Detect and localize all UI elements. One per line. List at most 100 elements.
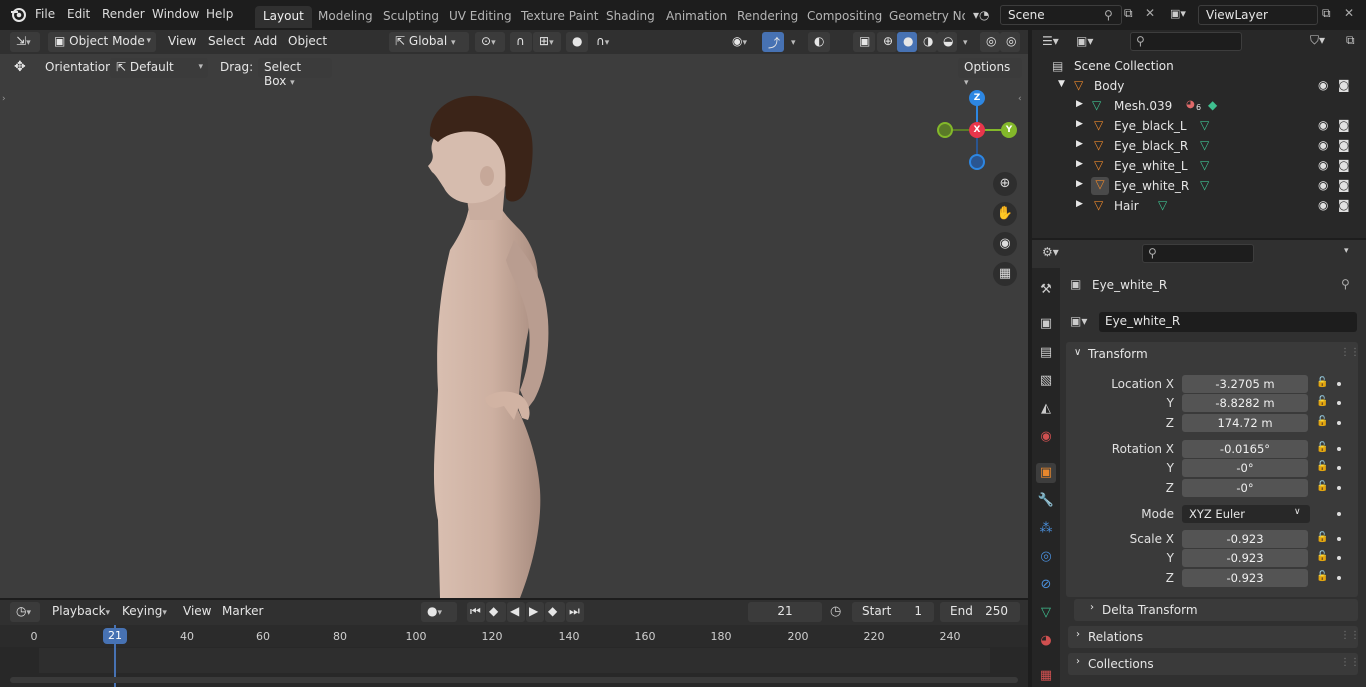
sidebar-expand-icon[interactable]: ‹ (1018, 94, 1022, 104)
editor-toggle-icon[interactable]: ◎ (1000, 32, 1020, 52)
solid-shading-icon[interactable]: ● (897, 32, 917, 52)
keyframe-dot[interactable] (1337, 447, 1341, 451)
pin-icon[interactable]: ⚲ (1104, 8, 1113, 22)
lock-icon[interactable]: 🔓 (1316, 416, 1328, 427)
rotation-x-field[interactable]: -0.0165° (1182, 440, 1308, 458)
tab-rendering[interactable]: Rendering (729, 6, 806, 28)
rotation-z-field[interactable]: -0° (1182, 479, 1308, 497)
pan-hand-icon[interactable]: ✋ (993, 202, 1017, 226)
eye-icon[interactable]: ◉ (1318, 78, 1328, 92)
lock-icon[interactable]: 🔓 (1316, 442, 1328, 453)
camera-icon[interactable]: ◙ (1338, 178, 1350, 192)
menu-file[interactable]: File (35, 7, 55, 21)
outliner-row-body[interactable]: ▼ ▽ Body ◉ ◙ (1032, 76, 1366, 96)
outliner-search-input[interactable]: ⚲ (1130, 32, 1242, 51)
constraints-tab-icon[interactable]: ⊘ (1036, 575, 1056, 595)
object-browse-icon[interactable]: ▣▾ (1070, 314, 1087, 328)
camera-icon[interactable]: ◙ (1338, 78, 1350, 92)
visibility-icon[interactable]: ◉▾ (726, 32, 756, 52)
scene-field[interactable]: Scene ⚲ (1000, 5, 1122, 25)
tab-modeling[interactable]: Modeling (310, 6, 381, 28)
camera-view-icon[interactable]: ◉ (993, 232, 1017, 256)
keyframe-dot[interactable] (1337, 576, 1341, 580)
editor-toggle-icon[interactable]: ◎ (980, 32, 1000, 52)
menu-object[interactable]: Object (288, 34, 327, 48)
object-tab-icon[interactable]: ▣ (1036, 463, 1056, 483)
xray-icon[interactable]: ▣ (853, 32, 875, 52)
prev-keyframe-icon[interactable]: ◆ (486, 602, 506, 622)
chevron-down-icon[interactable]: ▾ (1344, 246, 1349, 256)
view-layer-field[interactable]: ViewLayer (1198, 5, 1318, 25)
data-tab-icon[interactable]: ▽ (1036, 603, 1056, 623)
tab-sculpting[interactable]: Sculpting (375, 6, 447, 28)
menu-marker[interactable]: Marker (222, 604, 263, 618)
keyframe-dot[interactable] (1337, 401, 1341, 405)
location-y-field[interactable]: -8.8282 m (1182, 394, 1308, 412)
tab-uv-editing[interactable]: UV Editing (441, 6, 520, 28)
lock-icon[interactable]: 🔓 (1316, 396, 1328, 407)
view-layer-tab-icon[interactable]: ▧ (1036, 371, 1056, 391)
expand-arrow-icon[interactable]: ▶ (1076, 179, 1083, 189)
wireframe-shading-icon[interactable]: ⊕ (877, 32, 897, 52)
scale-x-field[interactable]: -0.923 (1182, 530, 1308, 548)
next-keyframe-icon[interactable]: ◆ (545, 602, 565, 622)
particles-tab-icon[interactable]: ⁂ (1036, 519, 1056, 539)
close-icon[interactable]: ✕ (1145, 6, 1155, 20)
drag-handle-icon[interactable]: ⋮⋮ (1340, 657, 1360, 668)
lock-icon[interactable]: 🔓 (1316, 571, 1328, 582)
relations-panel[interactable]: › Relations ⋮⋮ (1068, 626, 1360, 648)
tab-compositing[interactable]: Compositing (799, 6, 890, 28)
lock-icon[interactable]: 🔓 (1316, 377, 1328, 388)
blender-logo-icon[interactable] (9, 6, 27, 24)
camera-icon[interactable]: ◙ (1338, 198, 1350, 212)
tab-texture-paint[interactable]: Texture Paint (513, 6, 606, 28)
material-shading-icon[interactable]: ◑ (917, 32, 937, 52)
neg-y-axis-handle[interactable] (937, 122, 953, 138)
end-frame-field[interactable]: End 250 (940, 602, 1020, 622)
lock-icon[interactable]: 🔓 (1316, 461, 1328, 472)
eye-icon[interactable]: ◉ (1318, 138, 1328, 152)
eye-icon[interactable]: ◉ (1318, 198, 1328, 212)
gizmo-toggle-icon[interactable]: ⤴ (762, 32, 784, 52)
delta-transform-panel[interactable]: › Delta Transform (1074, 599, 1358, 621)
display-mode-icon[interactable]: ▣▾ (1076, 34, 1093, 48)
falloff-icon[interactable]: ∩▾ (590, 32, 618, 52)
grid-view-icon[interactable]: ▦ (993, 262, 1017, 286)
snap-icon[interactable]: ∩ (510, 32, 532, 52)
rotation-y-field[interactable]: -0° (1182, 459, 1308, 477)
pivot-point-icon[interactable]: ⊙▾ (475, 32, 505, 52)
eye-icon[interactable]: ◉ (1318, 178, 1328, 192)
new-collection-icon[interactable]: ⧉ (1346, 33, 1355, 48)
keying-dropdown[interactable]: Keying▾ (116, 602, 174, 622)
keyframe-dot[interactable] (1337, 486, 1341, 490)
transform-header[interactable]: Transform (1088, 347, 1148, 361)
zoom-icon[interactable]: ⊕ (993, 172, 1017, 196)
current-frame-field[interactable]: 21 (748, 602, 822, 622)
outliner-row-eye-white-r[interactable]: ▶ ▽ Eye_white_R ▽ ◉ ◙ (1032, 176, 1366, 196)
navigation-gizmo[interactable]: Z Y X (930, 88, 1022, 170)
expand-arrow-icon[interactable]: ▶ (1076, 119, 1083, 129)
playhead-frame-badge[interactable]: 21 (103, 628, 127, 644)
render-tab-icon[interactable]: ▣ (1036, 314, 1056, 334)
record-icon[interactable]: ●▾ (421, 602, 457, 622)
camera-icon[interactable]: ◙ (1338, 138, 1350, 152)
outliner-row-eye-black-r[interactable]: ▶ ▽ Eye_black_R ▽ ◉ ◙ (1032, 136, 1366, 156)
expand-arrow-icon[interactable]: ▶ (1076, 159, 1083, 169)
physics-tab-icon[interactable]: ◎ (1036, 547, 1056, 567)
object-name-field[interactable]: Eye_white_R (1099, 312, 1357, 332)
properties-editor-icon[interactable]: ⚙▾ (1042, 245, 1059, 259)
chevron-down-icon[interactable]: ▾ (785, 32, 799, 52)
snap-target-icon[interactable]: ⊞▾ (533, 32, 561, 52)
pin-icon[interactable]: ⚲ (1341, 277, 1350, 291)
chevron-down-icon[interactable]: ∨ (1074, 347, 1081, 358)
outliner-row-eye-white-l[interactable]: ▶ ▽ Eye_white_L ▽ ◉ ◙ (1032, 156, 1366, 176)
human-body-model[interactable] (410, 90, 570, 598)
menu-view[interactable]: View (168, 34, 196, 48)
location-z-field[interactable]: 174.72 m (1182, 414, 1308, 432)
lock-icon[interactable]: 🔓 (1316, 532, 1328, 543)
chevron-down-icon[interactable]: ▾ (957, 32, 971, 52)
lock-icon[interactable]: 🔓 (1316, 551, 1328, 562)
drag-handle-icon[interactable]: ⋮⋮ (1340, 630, 1360, 641)
camera-icon[interactable]: ◙ (1338, 118, 1350, 132)
menu-add[interactable]: Add (254, 34, 277, 48)
